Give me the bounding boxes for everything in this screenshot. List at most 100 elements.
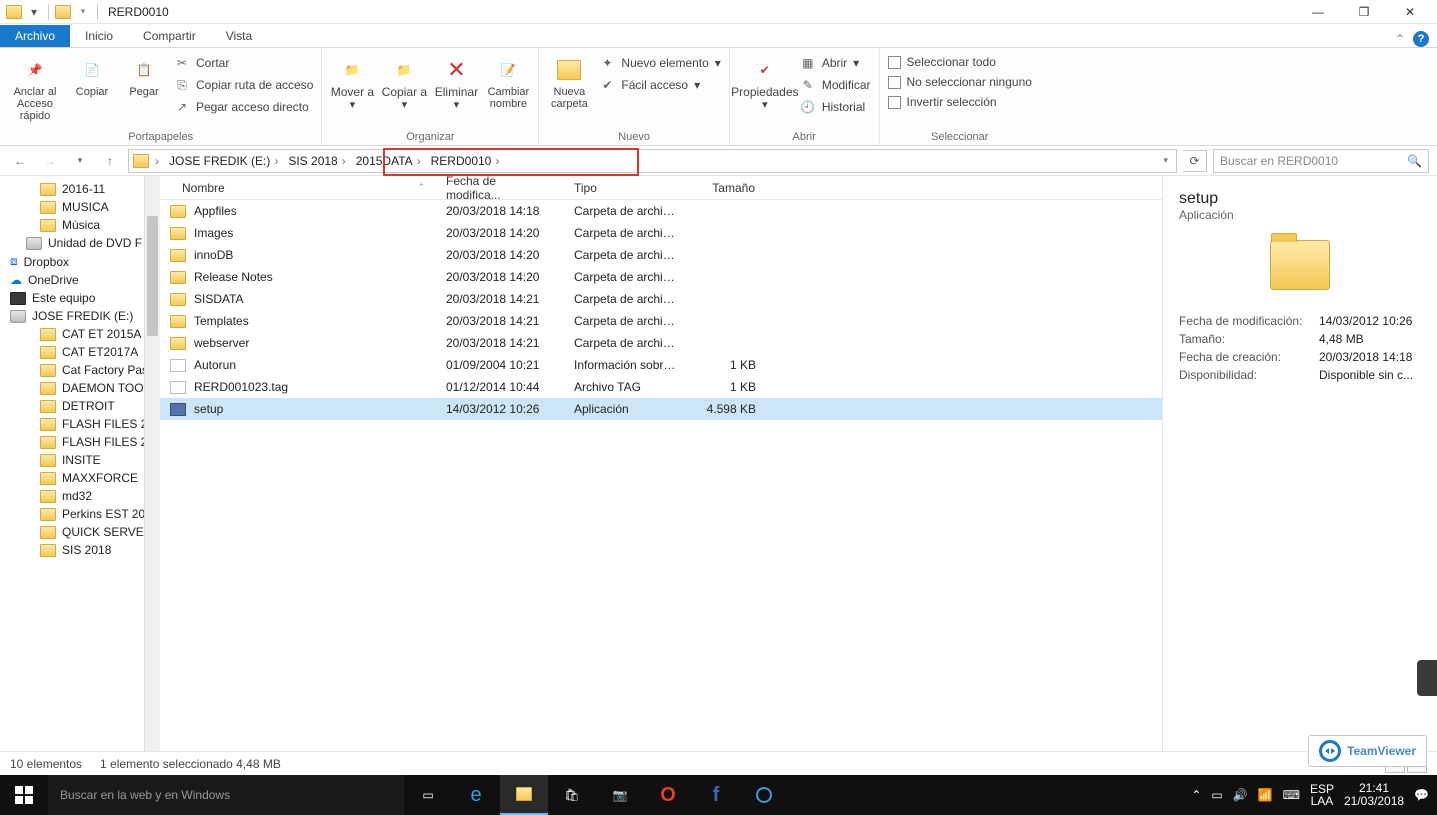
tree-node[interactable]: Cat Factory Pass [0,361,159,379]
clock[interactable]: 21:4121/03/2018 [1344,782,1404,808]
file-row[interactable]: innoDB20/03/2018 14:20Carpeta de archivo… [160,244,1162,266]
file-row[interactable]: RERD001023.tag01/12/2014 10:44Archivo TA… [160,376,1162,398]
file-row[interactable]: setup14/03/2012 10:26Aplicación4.598 KB [160,398,1162,420]
scrollbar-thumb[interactable] [147,216,158,336]
tree-node[interactable]: Perkins EST 2010 [0,505,159,523]
invert-selection-button[interactable]: Invertir selección [886,94,1034,110]
collapse-ribbon-icon[interactable]: ⌃ [1395,32,1405,46]
taskbar-search[interactable]: Buscar en la web y en Windows [48,775,404,815]
tree-node[interactable]: MUSICA [0,198,159,216]
breadcrumb-item[interactable]: SIS 2018› [284,154,349,168]
tree-node[interactable]: ☁OneDrive [0,271,159,289]
tree-node[interactable]: FLASH FILES 201 [0,415,159,433]
language-indicator[interactable]: ESPLAA [1310,783,1334,807]
select-all-button[interactable]: Seleccionar todo [886,54,1034,70]
tree-node[interactable]: MAXXFORCE [0,469,159,487]
explorer-button[interactable] [500,775,548,815]
tree-node[interactable]: Este equipo [0,289,159,307]
side-tab[interactable] [1417,660,1437,696]
col-date[interactable]: Fecha de modifica... [436,174,564,202]
search-input[interactable]: Buscar en RERD0010 🔍 [1213,149,1429,173]
tree-node[interactable]: ⧈Dropbox [0,252,159,271]
breadcrumb-chevron[interactable]: › [151,154,163,168]
camera-button[interactable]: 📷 [596,775,644,815]
wifi-icon[interactable]: 📶 [1258,788,1273,802]
start-button[interactable] [0,775,48,815]
qat-item[interactable]: ▾ [24,3,44,21]
pin-quickaccess-button[interactable]: 📌 Anclar al Acceso rápido [6,50,64,122]
copy-to-button[interactable]: 📁Copiar a ▾ [380,50,428,111]
file-row[interactable]: Appfiles20/03/2018 14:18Carpeta de archi… [160,200,1162,222]
edit-button[interactable]: ✎Modificar [798,76,873,94]
back-button[interactable]: ← [8,149,32,173]
notifications-icon[interactable]: 💬 [1414,788,1429,802]
tree-node[interactable]: CAT ET2017A [0,343,159,361]
delete-button[interactable]: ✕Eliminar ▾ [432,50,480,111]
col-type[interactable]: Tipo [564,181,690,195]
breadcrumb-item[interactable]: 2015DATA› [352,154,425,168]
open-button[interactable]: ▦Abrir ▾ [798,54,873,72]
tray-chevron-icon[interactable]: ⌃ [1191,788,1201,802]
tree-node[interactable]: 2016-11 [0,180,159,198]
qat-properties-icon[interactable] [53,3,73,21]
forward-button[interactable]: → [38,149,62,173]
paste-button[interactable]: 📋 Pegar [120,50,168,98]
keyboard-icon[interactable]: ⌨ [1283,788,1300,802]
tab-inicio[interactable]: Inicio [70,25,128,47]
tree-node[interactable]: INSITE [0,451,159,469]
refresh-button[interactable]: ⟳ [1183,150,1207,172]
nav-tree[interactable]: 2016-11MUSICAMúsicaUnidad de DVD F⧈Dropb… [0,176,160,563]
cut-button[interactable]: ✂Cortar [172,54,315,72]
minimize-button[interactable]: ― [1295,0,1341,24]
close-button[interactable]: ✕ [1387,0,1433,24]
tab-compartir[interactable]: Compartir [128,25,211,47]
maximize-button[interactable]: ❐ [1341,0,1387,24]
tree-scrollbar[interactable] [144,176,160,775]
tree-node[interactable]: SIS 2018 [0,541,159,559]
breadcrumb-item[interactable]: JOSE FREDIK (E:)› [165,154,282,168]
teamviewer-badge[interactable]: TeamViewer [1308,735,1427,767]
tree-node[interactable]: DAEMON TOOLS [0,379,159,397]
breadcrumb-item[interactable]: RERD0010› [427,154,504,168]
tree-node[interactable]: JOSE FREDIK (E:) [0,307,159,325]
tree-node[interactable]: md32 [0,487,159,505]
breadcrumb-bar[interactable]: › JOSE FREDIK (E:)› SIS 2018› 2015DATA› … [128,149,1177,173]
file-row[interactable]: Templates20/03/2018 14:21Carpeta de arch… [160,310,1162,332]
copy-button[interactable]: 📄 Copiar [68,50,116,98]
new-folder-button[interactable]: Nueva carpeta [545,50,593,110]
file-row[interactable]: Images20/03/2018 14:20Carpeta de archivo… [160,222,1162,244]
file-row[interactable]: SISDATA20/03/2018 14:21Carpeta de archiv… [160,288,1162,310]
address-dropdown-icon[interactable]: ▾ [1163,155,1168,166]
col-size[interactable]: Tamaño [690,181,766,195]
tree-node[interactable]: DETROIT [0,397,159,415]
rename-button[interactable]: 📝Cambiar nombre [484,50,532,110]
qat-dropdown-icon[interactable]: ▾ [73,3,93,21]
store-button[interactable]: 🛍 [548,775,596,815]
tree-node[interactable]: QUICK SERVE [0,523,159,541]
select-none-button[interactable]: No seleccionar ninguno [886,74,1034,90]
easy-access-button[interactable]: ✔Fácil acceso ▾ [597,76,722,94]
recent-dropdown[interactable]: ▾ [68,149,92,173]
facebook-button[interactable]: f [692,775,740,815]
tree-node[interactable]: CAT ET 2015A [0,325,159,343]
file-row[interactable]: Release Notes20/03/2018 14:20Carpeta de … [160,266,1162,288]
copy-path-button[interactable]: ⎘Copiar ruta de acceso [172,76,315,94]
battery-icon[interactable]: ▭ [1211,788,1222,802]
task-view-button[interactable]: ▭ [404,775,452,815]
file-row[interactable]: webserver20/03/2018 14:21Carpeta de arch… [160,332,1162,354]
teamviewer-button[interactable] [740,775,788,815]
help-icon[interactable]: ? [1413,31,1429,47]
properties-button[interactable]: ✔Propiedades ▾ [736,50,794,111]
tab-vista[interactable]: Vista [211,25,267,47]
history-button[interactable]: 🕘Historial [798,98,873,116]
edge-button[interactable]: e [452,775,500,815]
tree-node[interactable]: Música [0,216,159,234]
move-to-button[interactable]: 📁Mover a ▾ [328,50,376,111]
up-button[interactable]: ↑ [98,149,122,173]
volume-icon[interactable]: 🔊 [1233,788,1248,802]
file-row[interactable]: Autorun01/09/2004 10:21Información sobre… [160,354,1162,376]
tab-archivo[interactable]: Archivo [0,25,70,47]
tree-node[interactable]: Unidad de DVD F [0,234,159,252]
opera-button[interactable]: O [644,775,692,815]
new-item-button[interactable]: ✦Nuevo elemento ▾ [597,54,722,72]
